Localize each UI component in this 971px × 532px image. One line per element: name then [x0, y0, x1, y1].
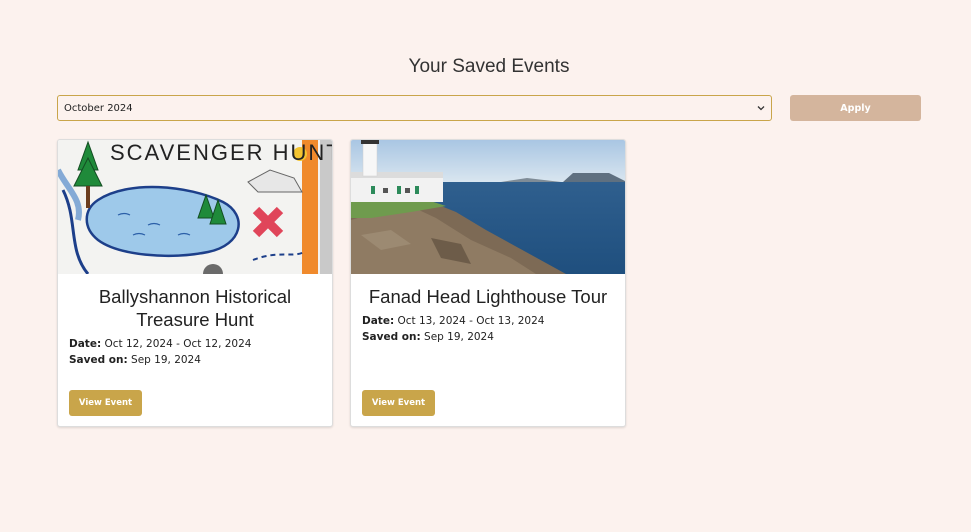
- event-image-treasure-map: SCAVENGER HUNT: [58, 140, 333, 274]
- event-date-label: Date:: [362, 315, 395, 327]
- event-saved-value: Sep 19, 2024: [131, 354, 201, 366]
- event-date-value: Oct 13, 2024 - Oct 13, 2024: [397, 315, 545, 327]
- event-date: Date: Oct 12, 2024 - Oct 12, 2024: [69, 338, 251, 350]
- event-date-label: Date:: [69, 338, 102, 350]
- event-image-lighthouse: [351, 140, 625, 274]
- event-card: SCAVENGER HUNT Ballyshannon Historical T…: [57, 139, 333, 427]
- event-title: Ballyshannon Historical Treasure Hunt: [98, 286, 292, 330]
- event-date-value: Oct 12, 2024 - Oct 12, 2024: [104, 338, 252, 350]
- page-title: Your Saved Events: [408, 56, 570, 77]
- event-date: Date: Oct 13, 2024 - Oct 13, 2024: [362, 315, 544, 327]
- chevron-down-icon: [751, 103, 771, 113]
- map-drawing-text: SCAVENGER HUNT: [110, 140, 333, 165]
- event-saved-label: Saved on:: [69, 354, 128, 366]
- month-select-value: October 2024: [64, 102, 133, 114]
- event-saved-date: Saved on: Sep 19, 2024: [362, 331, 494, 343]
- event-title: Fanad Head Lighthouse Tour: [368, 286, 608, 307]
- view-event-button[interactable]: View Event: [69, 390, 142, 416]
- event-saved-value: Sep 19, 2024: [424, 331, 494, 343]
- event-saved-label: Saved on:: [362, 331, 421, 343]
- apply-button[interactable]: Apply: [790, 95, 921, 121]
- month-select[interactable]: October 2024: [57, 95, 772, 121]
- view-event-button[interactable]: View Event: [362, 390, 435, 416]
- event-saved-date: Saved on: Sep 19, 2024: [69, 354, 201, 366]
- event-card: Fanad Head Lighthouse Tour Date: Oct 13,…: [350, 139, 626, 427]
